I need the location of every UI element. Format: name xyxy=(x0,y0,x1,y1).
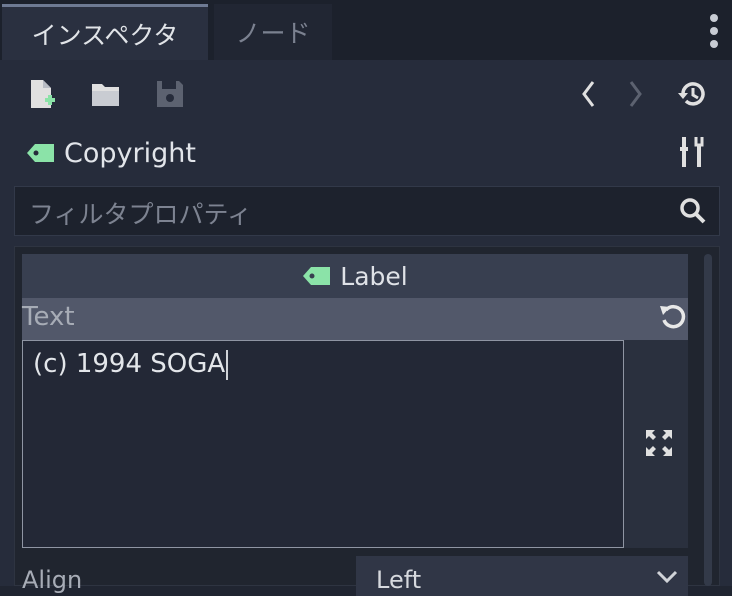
tab-node[interactable]: ノード xyxy=(214,4,332,60)
object-name: Copyright xyxy=(64,137,196,169)
expand-editor-icon[interactable] xyxy=(644,428,674,458)
label-node-icon xyxy=(27,144,54,162)
vertical-scrollbar[interactable] xyxy=(704,254,712,586)
history-back-icon[interactable] xyxy=(566,72,610,116)
label-class-icon xyxy=(303,267,331,285)
save-icon[interactable] xyxy=(148,72,192,116)
text-caret xyxy=(226,349,228,380)
section-header-label[interactable]: Label xyxy=(22,254,688,298)
search-icon xyxy=(680,198,706,224)
text-value-editor[interactable]: (c) 1994 SOGA xyxy=(22,340,624,548)
open-folder-icon[interactable] xyxy=(84,72,128,116)
dock-menu-icon[interactable] xyxy=(700,10,728,52)
text-value: (c) 1994 SOGA xyxy=(33,349,226,379)
new-resource-icon[interactable] xyxy=(20,72,64,116)
expand-editor-column xyxy=(624,340,688,548)
object-tools-icon[interactable] xyxy=(670,130,714,174)
property-text-label: Text xyxy=(22,302,75,332)
tab-inspector-label: インスペクタ xyxy=(31,20,179,50)
align-value: Left xyxy=(376,566,422,594)
history-icon[interactable] xyxy=(670,72,714,116)
dock-tab-bar: インスペクタ ノード xyxy=(0,0,732,60)
filter-properties-input[interactable]: フィルタプロパティ xyxy=(14,186,720,236)
property-align-row: Align Left xyxy=(22,556,688,596)
property-text-row: Text xyxy=(22,298,688,340)
tab-node-label: ノード xyxy=(235,19,311,48)
history-forward-icon[interactable] xyxy=(614,72,658,116)
chevron-down-icon xyxy=(656,570,678,584)
tab-inspector[interactable]: インスペクタ xyxy=(2,4,208,60)
align-dropdown[interactable]: Left xyxy=(356,556,688,596)
edited-object-row[interactable]: Copyright xyxy=(26,130,196,176)
filter-placeholder: フィルタプロパティ xyxy=(29,200,253,229)
revert-icon[interactable] xyxy=(658,302,688,332)
section-title: Label xyxy=(340,261,408,291)
property-align-label: Align xyxy=(22,566,83,594)
